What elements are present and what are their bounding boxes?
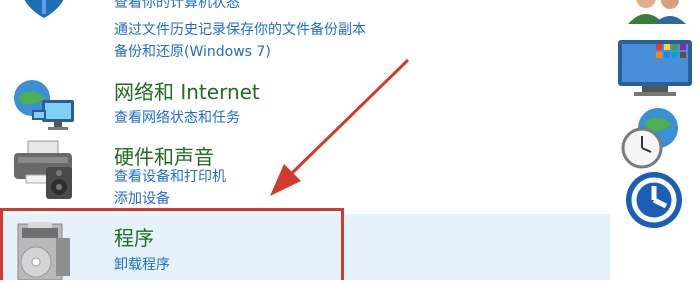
- highlight-box: [0, 208, 344, 280]
- category-system-security: 查看你的计算机状态 通过文件历史记录保存你的文件备份副本 备份和还原(Windo…: [0, 0, 610, 70]
- system-security-icon[interactable]: [8, 0, 80, 34]
- category-hardware-sound: 硬件和声音 查看设备和打印机 添加设备: [0, 137, 610, 209]
- hardware-sound-icon[interactable]: [8, 139, 80, 199]
- view-network-status-link[interactable]: 查看网络状态和任务: [114, 107, 240, 127]
- user-accounts-icon[interactable]: [612, 0, 696, 24]
- view-computer-status-link[interactable]: 查看你的计算机状态: [114, 0, 240, 12]
- file-history-link[interactable]: 通过文件历史记录保存你的文件备份副本: [114, 19, 366, 39]
- add-device-link[interactable]: 添加设备: [114, 188, 170, 208]
- backup-restore-link[interactable]: 备份和还原(Windows 7): [114, 41, 271, 61]
- appearance-icon[interactable]: [612, 38, 696, 98]
- category-network: 网络和 Internet 查看网络状态和任务: [0, 72, 610, 136]
- ease-of-access-icon[interactable]: [612, 170, 696, 232]
- clock-region-icon[interactable]: [612, 106, 696, 170]
- network-icon[interactable]: [8, 76, 80, 136]
- view-devices-printers-link[interactable]: 查看设备和打印机: [114, 166, 226, 186]
- network-title[interactable]: 网络和 Internet: [114, 76, 260, 105]
